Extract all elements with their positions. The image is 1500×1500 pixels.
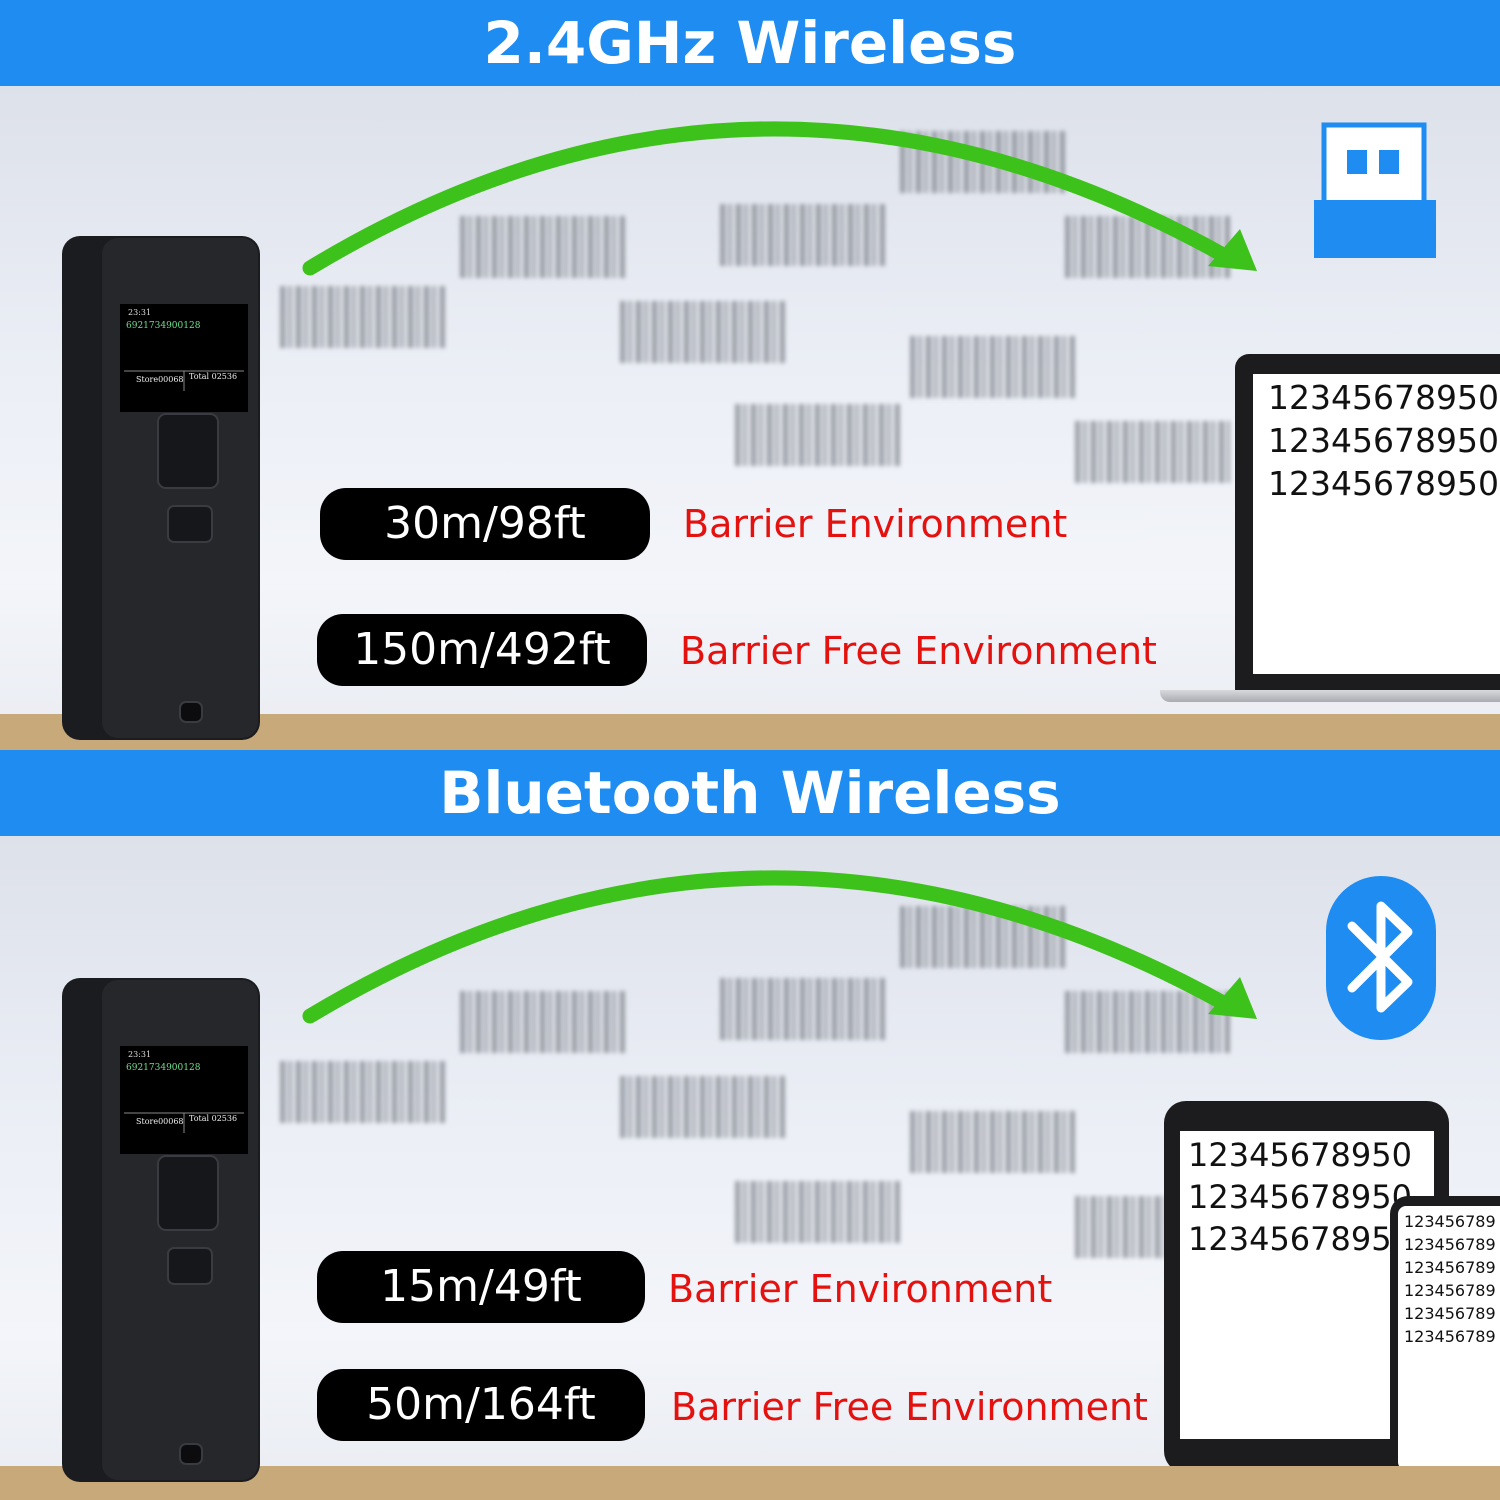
usb-dongle-icon [1314, 122, 1436, 258]
phone-line: 123456789 [1404, 1235, 1496, 1254]
phone-line: 123456789 [1404, 1304, 1496, 1323]
laptop-line: 12345678950 [1268, 464, 1499, 503]
barcode-scanner: 23:31 6921734900128 Store00068 Total 025… [62, 236, 262, 741]
laptop: 12345678950 12345678950 12345678950 [1160, 354, 1500, 702]
range-barrier-label: Barrier Environment [668, 1267, 1053, 1311]
tablet-line: 12345678950 [1188, 1178, 1412, 1216]
scanner-total: Total 02536 [189, 372, 238, 381]
phone-line: 123456789 [1404, 1212, 1496, 1231]
phone: 123456789 123456789 123456789 123456789 … [1390, 1196, 1500, 1480]
scanner-store: Store00068 [136, 1117, 184, 1126]
range-barrier-free-label: Barrier Free Environment [671, 1385, 1148, 1429]
range-barrier-free-distance: 150m/492ft [317, 614, 647, 686]
range-barrier-free-label: Barrier Free Environment [680, 629, 1157, 673]
laptop-line: 12345678950 [1268, 421, 1499, 460]
scanner-time: 23:31 [128, 308, 152, 317]
scanner-store: Store00068 [136, 375, 184, 384]
laptop-line: 12345678950 [1268, 378, 1499, 417]
phone-line: 123456789 [1404, 1258, 1496, 1277]
bluetooth-panel: 12345678950 12345678950 12345678950 1234… [0, 836, 1500, 1500]
range-barrier-free-distance: 50m/164ft [317, 1369, 645, 1441]
range-barrier-label: Barrier Environment [683, 502, 1068, 546]
tablet-line: 12345678950 [1188, 1136, 1412, 1174]
tablet-line: 12345678950 [1188, 1220, 1412, 1258]
phone-line: 123456789 [1404, 1281, 1496, 1300]
laptop-screen [1253, 374, 1500, 674]
scanner-total: Total 02536 [189, 1114, 238, 1123]
phone-line: 123456789 [1404, 1327, 1496, 1346]
scanner-time: 23:31 [128, 1050, 152, 1059]
bluetooth-title: Bluetooth Wireless [439, 759, 1061, 827]
scanner-code: 6921734900128 [126, 1063, 201, 1073]
bluetooth-icon [1326, 876, 1436, 1040]
wireless-banner: 2.4GHz Wireless [0, 0, 1500, 86]
bluetooth-banner: Bluetooth Wireless [0, 750, 1500, 836]
scanner-code: 6921734900128 [126, 321, 201, 331]
laptop-base [1160, 690, 1500, 702]
barcode-scanner: 23:31 6921734900128 Store00068 Total 025… [62, 978, 262, 1483]
range-barrier-distance: 15m/49ft [317, 1251, 645, 1323]
wireless-title: 2.4GHz Wireless [483, 9, 1017, 77]
wireless-panel: 12345678950 12345678950 12345678950 30m/… [0, 86, 1500, 750]
range-barrier-distance: 30m/98ft [320, 488, 650, 560]
